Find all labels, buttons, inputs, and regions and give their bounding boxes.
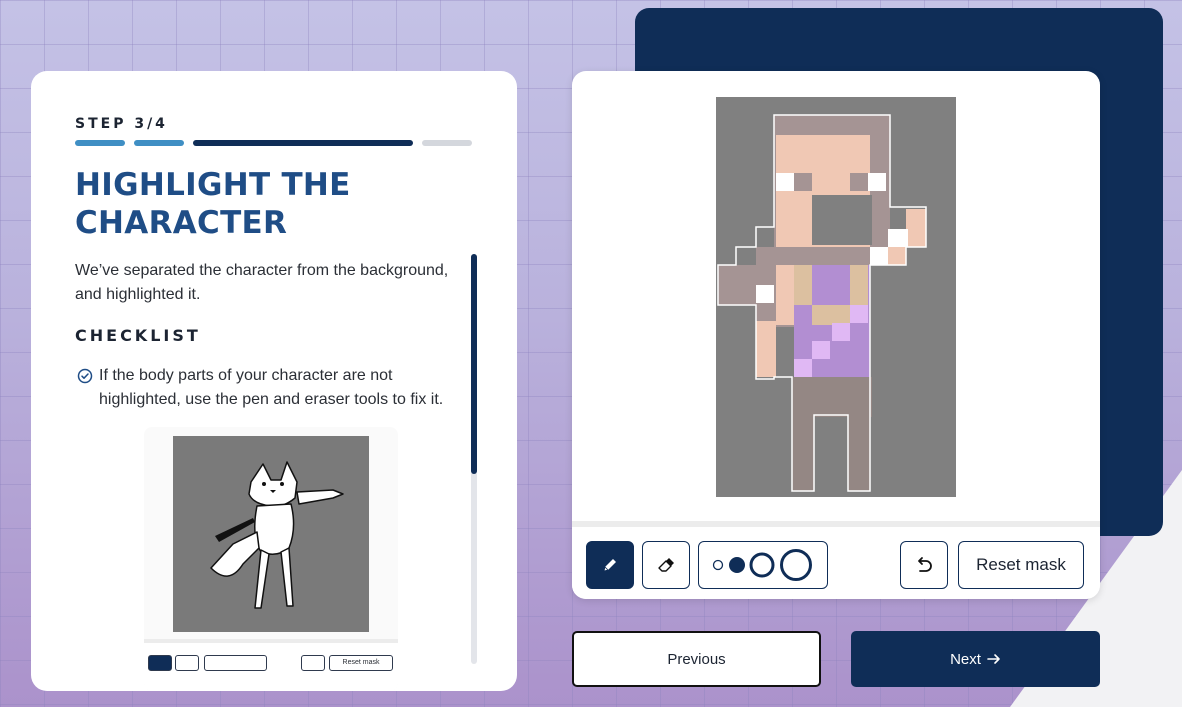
checklist-item: If the body parts of your character are … [77,364,477,412]
mask-canvas[interactable] [716,97,956,497]
undo-button[interactable] [900,541,948,589]
arrow-right-icon [987,654,1000,664]
brush-size-large[interactable] [749,552,775,578]
previous-button[interactable]: Previous [572,631,821,687]
step-label: STEP 3/4 [75,116,168,132]
demo-canvas [173,436,369,632]
checklist-heading: CHECKLIST [75,326,201,345]
brush-size-xlarge[interactable] [780,549,812,581]
undo-icon [918,557,932,572]
checklist-item-text: If the body parts of your character are … [99,367,444,408]
reset-mask-button[interactable]: Reset mask [958,541,1084,589]
progress-segment-3 [193,140,413,146]
next-label: Next [950,650,981,668]
progress-segment-4 [422,140,472,146]
character-mask[interactable] [716,97,956,497]
page-title: HIGHLIGHT THE CHARACTER [75,167,351,241]
brush-size-options [712,549,812,581]
pen-tool-button[interactable] [586,541,634,589]
brush-size-small[interactable] [712,559,724,571]
pencil-icon [603,559,616,572]
check-circle-icon [77,368,93,384]
scrollbar-thumb[interactable] [471,254,477,474]
brush-size-medium[interactable] [729,557,745,573]
description: We’ve separated the character from the b… [75,262,449,303]
eraser-icon [658,558,674,572]
instructions-card: STEP 3/4 HIGHLIGHT THE CHARACTER We’ve s… [31,71,517,691]
mask-editor-card: Reset mask [572,71,1100,599]
demo-toolbar: Reset mask [144,639,398,691]
next-button[interactable]: Next [851,631,1100,687]
fox-drawing [210,461,344,609]
demo-brush-sizes [204,655,267,671]
progress-segment-1 [75,140,125,146]
demo-reset-button: Reset mask [329,655,393,671]
mask-toolbar: Reset mask [572,521,1100,599]
demo-pen-button [148,655,172,671]
eraser-tool-button[interactable] [642,541,690,589]
demo-eraser-button [175,655,199,671]
demo-undo-button [301,655,325,671]
progress-segment-2 [134,140,184,146]
tutorial-image: Reset mask [144,427,398,691]
brush-size-selector[interactable] [698,541,828,589]
previous-label: Previous [667,650,726,668]
